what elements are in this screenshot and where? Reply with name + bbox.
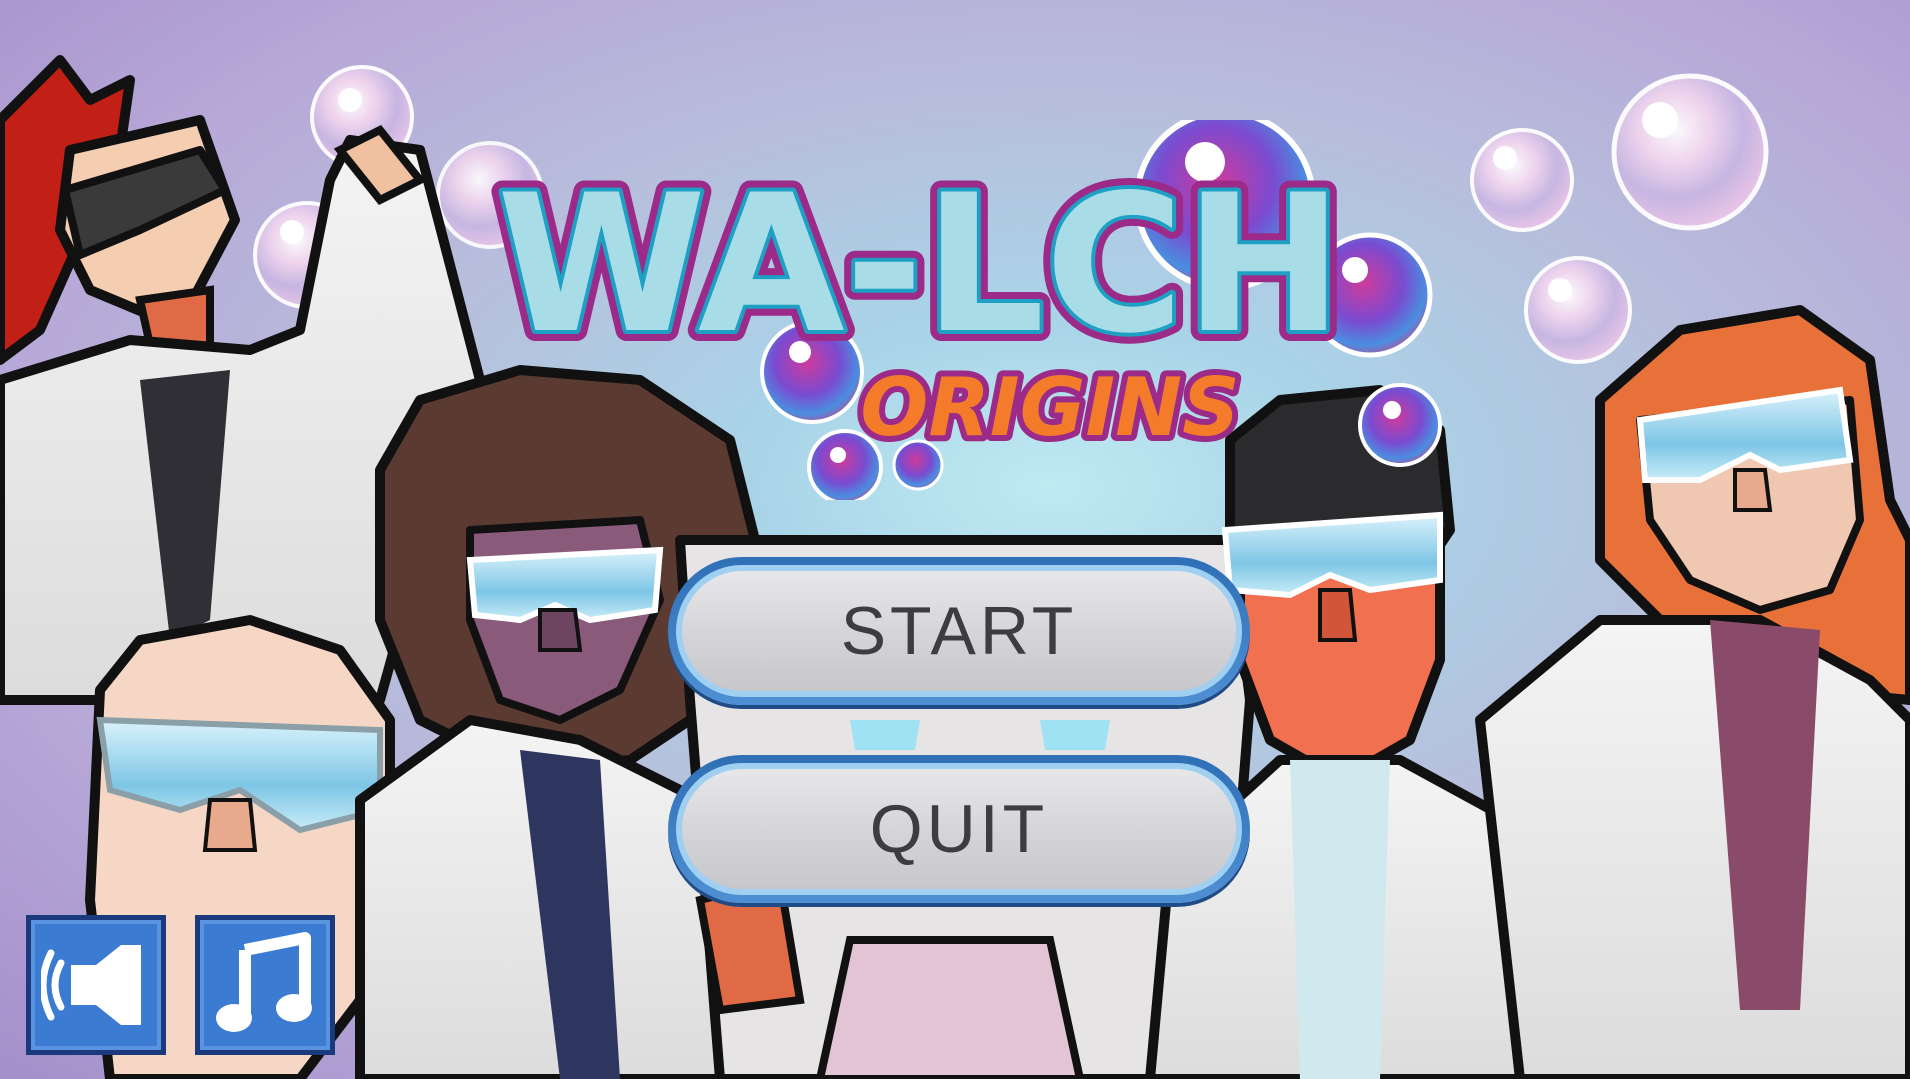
start-button-face[interactable]: START (676, 565, 1242, 697)
quit-button-label: QUIT (869, 791, 1049, 867)
start-button-label: START (840, 593, 1078, 669)
music-toggle-button[interactable] (195, 915, 335, 1055)
start-button[interactable]: START (668, 557, 1250, 705)
speaker-icon (41, 945, 141, 1025)
main-menu-screen: WA-LCH WA-LCH ORIGINS START QUIT (0, 0, 1910, 1079)
logo-subtitle: ORIGINS (860, 361, 1239, 454)
quit-button[interactable]: QUIT (668, 755, 1250, 903)
game-logo: WA-LCH WA-LCH ORIGINS (486, 120, 1442, 500)
logo-title-inner: WA-LCH (497, 154, 1343, 375)
character-orange-hair (1475, 305, 1910, 1079)
music-note-icon (216, 932, 312, 1032)
sound-toggle-button[interactable] (26, 915, 166, 1055)
quit-button-face[interactable]: QUIT (676, 763, 1242, 895)
